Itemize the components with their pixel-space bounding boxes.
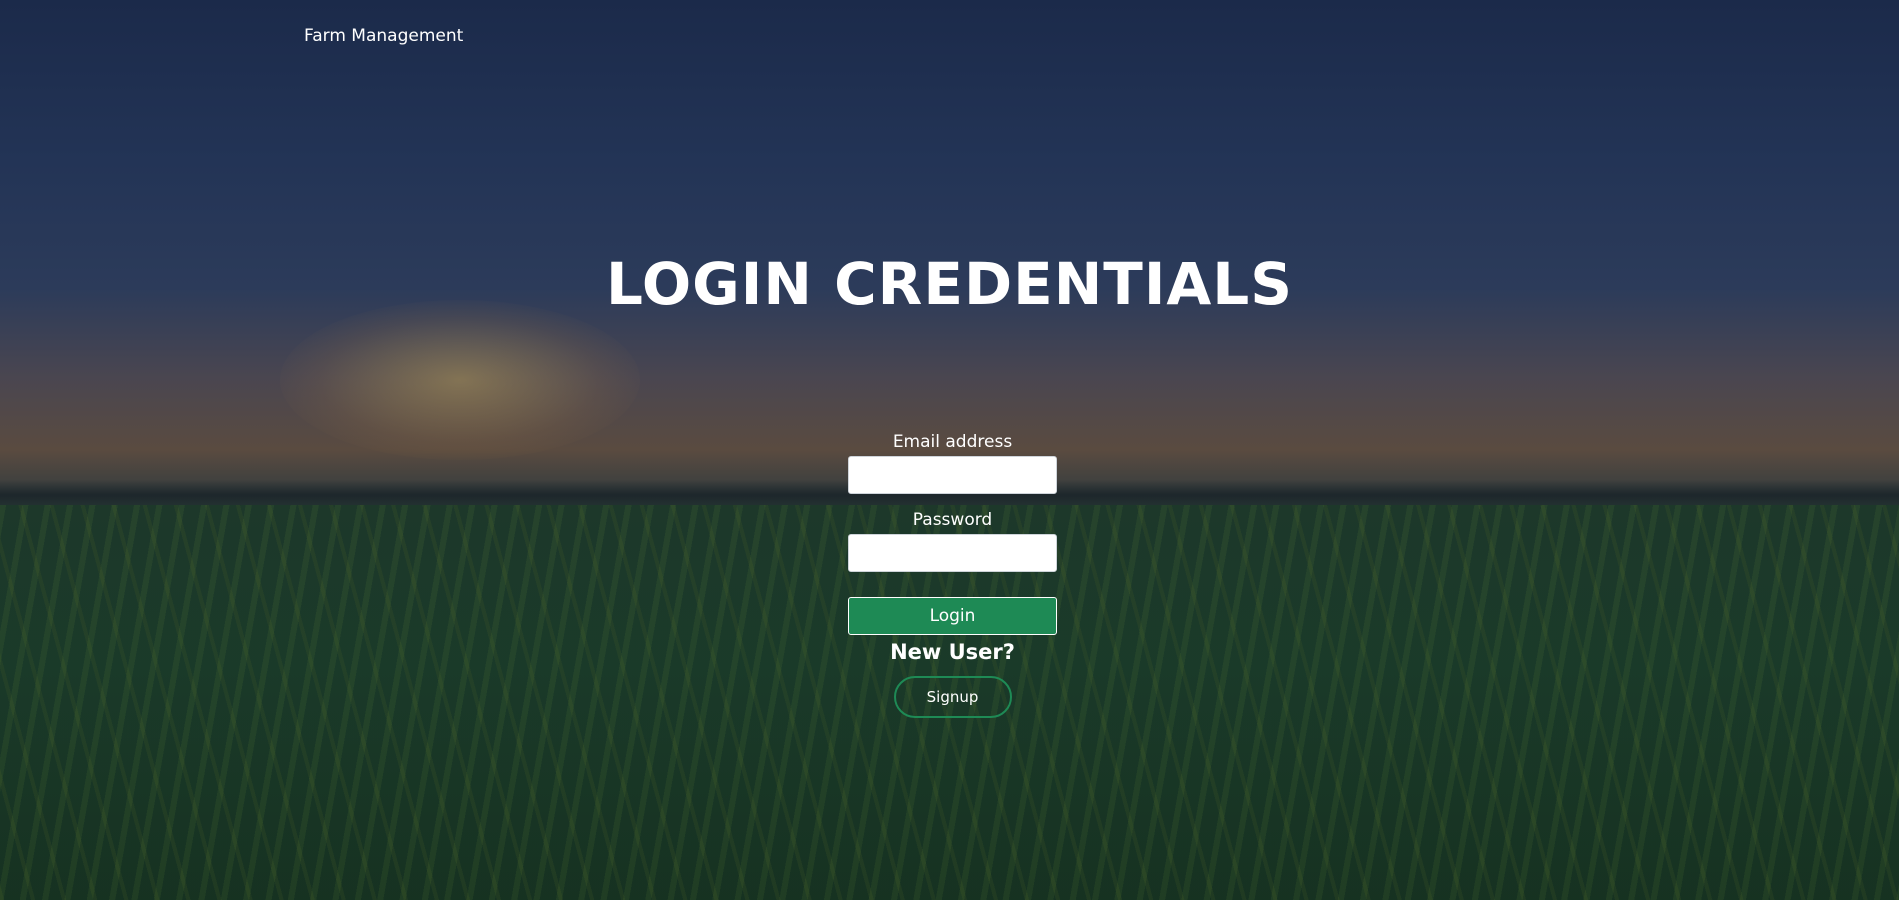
page-title: LOGIN CREDENTIALS	[605, 250, 1294, 318]
email-group: Email address	[848, 432, 1057, 494]
signup-button[interactable]: Signup	[893, 676, 1012, 718]
login-button[interactable]: Login	[848, 597, 1057, 635]
background-sunset-glow	[280, 300, 640, 460]
email-field[interactable]	[848, 456, 1057, 494]
login-page: Farm Management LOGIN CREDENTIALS Email …	[0, 0, 1899, 900]
login-form: Email address Password Login New User? S…	[848, 432, 1057, 718]
password-field[interactable]	[848, 534, 1057, 572]
brand-link[interactable]: Farm Management	[304, 26, 463, 46]
password-label: Password	[912, 510, 993, 530]
new-user-text: New User?	[890, 640, 1015, 664]
password-group: Password	[848, 510, 1057, 572]
email-label: Email address	[892, 432, 1013, 452]
